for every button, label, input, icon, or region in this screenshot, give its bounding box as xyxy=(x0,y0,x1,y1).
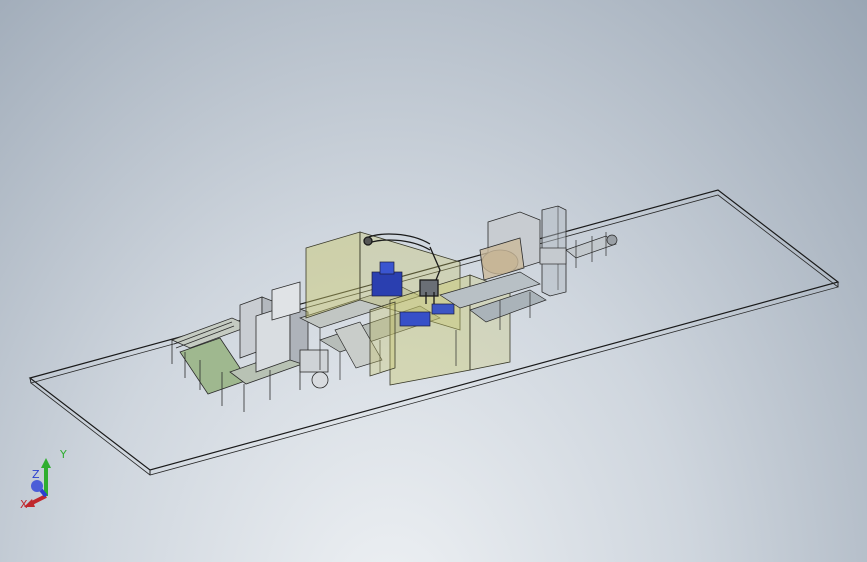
y-axis-head xyxy=(41,458,51,468)
z-axis-label: Z xyxy=(32,468,40,481)
cad-model-scene[interactable] xyxy=(0,0,867,562)
y-axis-label: Y xyxy=(59,448,67,461)
x-axis-label: X xyxy=(20,498,28,511)
drum-enclosure[interactable] xyxy=(479,211,541,281)
orientation-triad[interactable]: Y Z X xyxy=(18,446,78,516)
z-axis-head xyxy=(31,480,43,492)
graphics-viewport[interactable]: Y Z X xyxy=(0,0,867,562)
